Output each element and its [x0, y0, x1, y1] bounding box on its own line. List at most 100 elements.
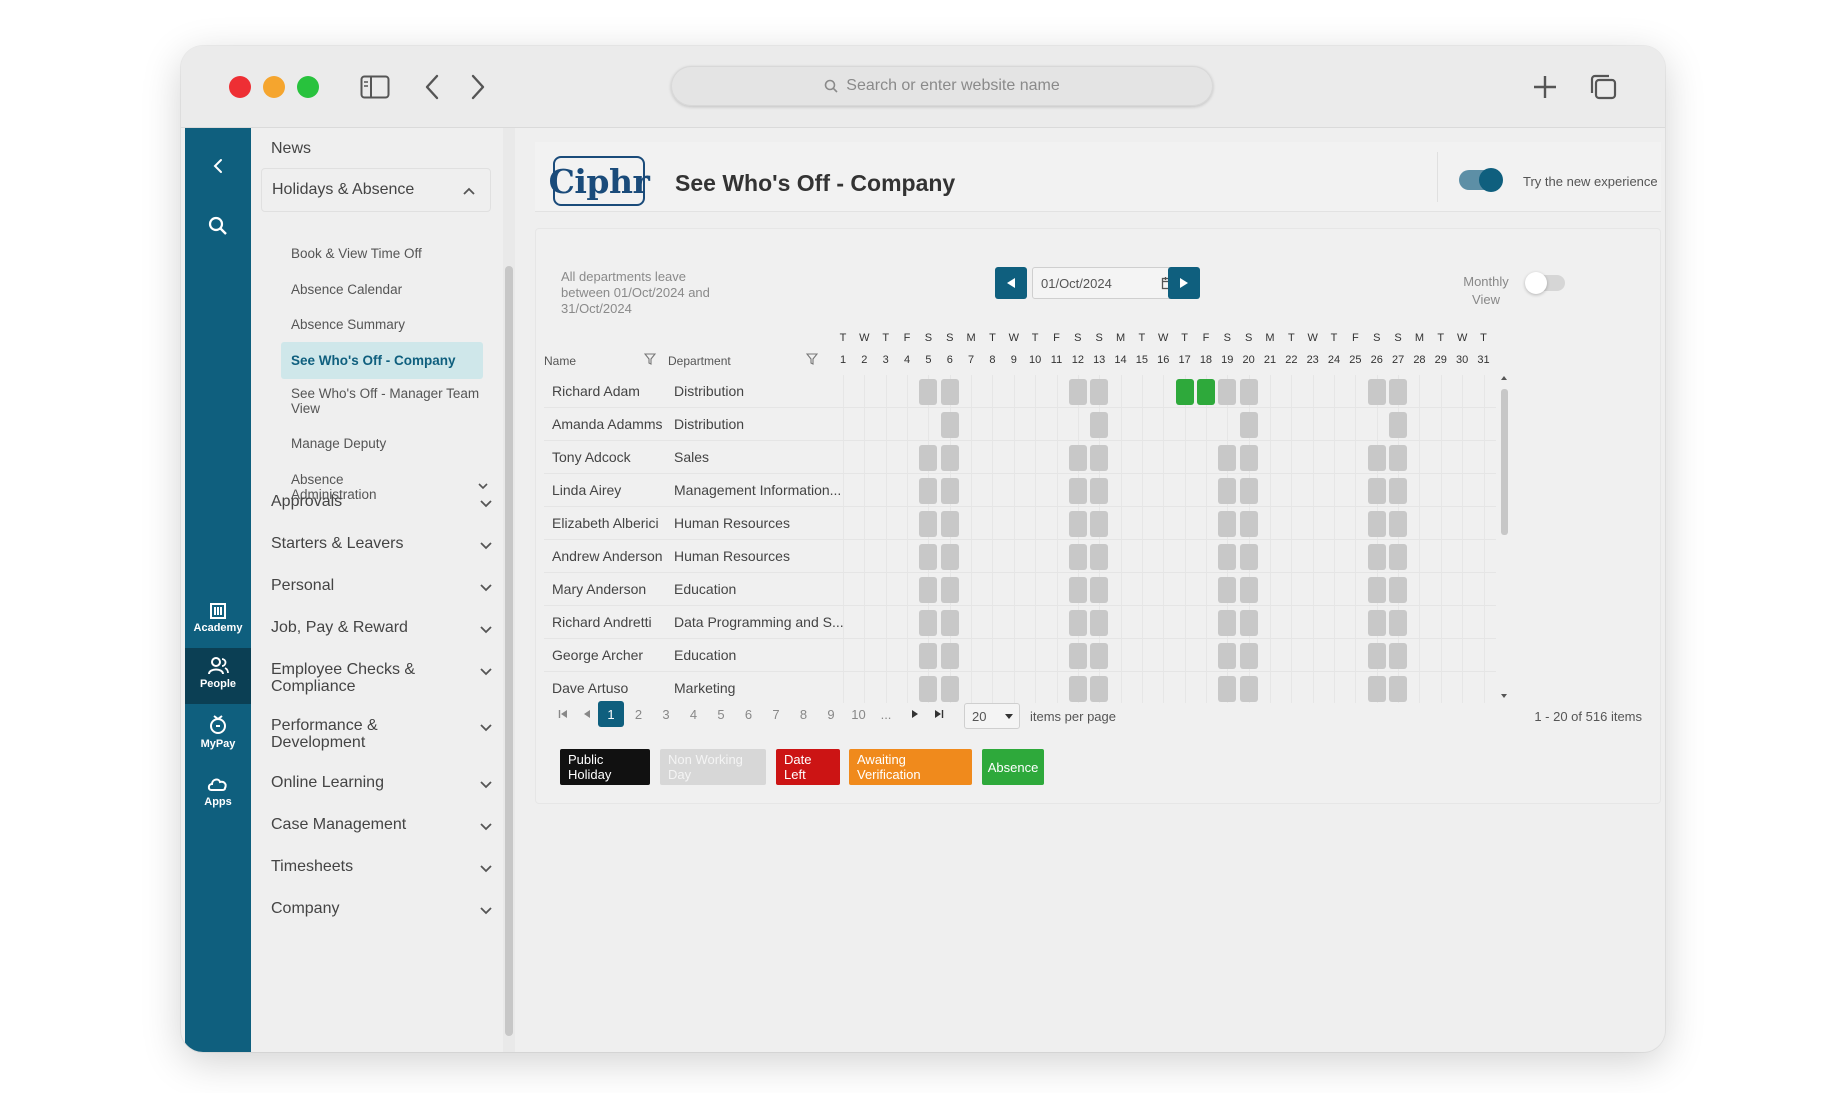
- table-row[interactable]: Dave Artuso Marketing: [544, 672, 1496, 703]
- forward-arrow-icon[interactable]: [463, 68, 493, 106]
- non-working-day-block[interactable]: [1367, 511, 1386, 537]
- page-8[interactable]: 8: [791, 701, 817, 727]
- rail-item-people[interactable]: People: [185, 648, 251, 704]
- first-page-icon[interactable]: [550, 701, 576, 727]
- nav-section-approvals[interactable]: Approvals: [271, 493, 421, 510]
- non-working-day-block[interactable]: [940, 511, 959, 537]
- nav-section-case-management[interactable]: Case Management: [271, 816, 421, 833]
- non-working-day-block[interactable]: [1367, 445, 1386, 471]
- non-working-day-block[interactable]: [940, 577, 959, 603]
- non-working-day-block[interactable]: [1389, 379, 1408, 405]
- last-page-icon[interactable]: [926, 701, 952, 727]
- rail-item-apps[interactable]: Apps: [185, 770, 251, 820]
- tab-overview-icon[interactable]: [1585, 68, 1621, 106]
- address-bar[interactable]: Search or enter website name: [671, 66, 1213, 106]
- non-working-day-block[interactable]: [940, 676, 959, 702]
- non-working-day-block[interactable]: [1367, 544, 1386, 570]
- minimize-window-button[interactable]: [263, 76, 285, 98]
- non-working-day-block[interactable]: [1389, 511, 1408, 537]
- non-working-day-block[interactable]: [1239, 676, 1258, 702]
- non-working-day-block[interactable]: [1239, 478, 1258, 504]
- page-1[interactable]: 1: [598, 701, 624, 727]
- non-working-day-block[interactable]: [1218, 577, 1237, 603]
- non-working-day-block[interactable]: [940, 445, 959, 471]
- non-working-day-block[interactable]: [1367, 676, 1386, 702]
- nav-section-employee-checks-compliance[interactable]: Employee Checks & Compliance: [271, 661, 421, 695]
- table-row[interactable]: Elizabeth Alberici Human Resources: [544, 507, 1496, 540]
- back-arrow-icon[interactable]: [417, 68, 447, 106]
- non-working-day-block[interactable]: [1239, 412, 1258, 438]
- non-working-day-block[interactable]: [1090, 544, 1109, 570]
- employee-name[interactable]: Andrew Anderson: [552, 548, 663, 564]
- non-working-day-block[interactable]: [1090, 412, 1109, 438]
- collapse-chevron-icon[interactable]: [185, 152, 251, 182]
- items-per-page-select[interactable]: 20: [964, 703, 1020, 729]
- non-working-day-block[interactable]: [919, 544, 938, 570]
- non-working-day-block[interactable]: [1239, 379, 1258, 405]
- page-10[interactable]: 10: [846, 701, 872, 727]
- table-row[interactable]: Linda Airey Management Information...: [544, 474, 1496, 507]
- non-working-day-block[interactable]: [940, 379, 959, 405]
- non-working-day-block[interactable]: [1389, 478, 1408, 504]
- non-working-day-block[interactable]: [919, 577, 938, 603]
- table-row[interactable]: Richard Adam Distribution: [544, 375, 1496, 408]
- nav-item-holidays-absence[interactable]: Holidays & Absence: [261, 168, 491, 212]
- non-working-day-block[interactable]: [1367, 577, 1386, 603]
- employee-name[interactable]: Mary Anderson: [552, 581, 646, 597]
- non-working-day-block[interactable]: [1389, 445, 1408, 471]
- rail-item-academy[interactable]: Academy: [185, 594, 251, 644]
- non-working-day-block[interactable]: [1389, 610, 1408, 636]
- non-working-day-block[interactable]: [1239, 577, 1258, 603]
- search-icon[interactable]: [185, 212, 251, 242]
- table-row[interactable]: Tony Adcock Sales: [544, 441, 1496, 474]
- non-working-day-block[interactable]: [1090, 511, 1109, 537]
- table-row[interactable]: Mary Anderson Education: [544, 573, 1496, 606]
- non-working-day-block[interactable]: [919, 676, 938, 702]
- non-working-day-block[interactable]: [1218, 445, 1237, 471]
- non-working-day-block[interactable]: [1239, 544, 1258, 570]
- non-working-day-block[interactable]: [1090, 676, 1109, 702]
- employee-name[interactable]: Amanda Adamms: [552, 416, 663, 432]
- non-working-day-block[interactable]: [1218, 544, 1237, 570]
- non-working-day-block[interactable]: [919, 610, 938, 636]
- table-row[interactable]: Richard Andretti Data Programming and S..…: [544, 606, 1496, 639]
- non-working-day-block[interactable]: [1218, 676, 1237, 702]
- grid-scroll-thumb[interactable]: [1501, 389, 1508, 535]
- non-working-day-block[interactable]: [1239, 610, 1258, 636]
- non-working-day-block[interactable]: [1218, 643, 1237, 669]
- sub-item-see-whos-off-company[interactable]: See Who's Off - Company: [281, 342, 483, 379]
- non-working-day-block[interactable]: [1090, 445, 1109, 471]
- non-working-day-block[interactable]: [1090, 379, 1109, 405]
- page-2[interactable]: 2: [626, 701, 652, 727]
- absence-block[interactable]: [1196, 379, 1215, 405]
- page-3[interactable]: 3: [653, 701, 679, 727]
- column-header-department[interactable]: Department: [668, 354, 731, 368]
- sub-item-see-whos-off-manager[interactable]: See Who's Off - Manager Team View: [291, 386, 481, 416]
- non-working-day-block[interactable]: [940, 478, 959, 504]
- non-working-day-block[interactable]: [1389, 412, 1408, 438]
- page-6[interactable]: 6: [736, 701, 762, 727]
- non-working-day-block[interactable]: [1068, 643, 1087, 669]
- nav-section-online-learning[interactable]: Online Learning: [271, 774, 421, 791]
- previous-month-button[interactable]: [995, 267, 1027, 299]
- non-working-day-block[interactable]: [1218, 610, 1237, 636]
- nav-section-starters-leavers[interactable]: Starters & Leavers: [271, 535, 421, 552]
- date-picker-input[interactable]: 01/Oct/2024: [1032, 267, 1184, 299]
- non-working-day-block[interactable]: [1090, 577, 1109, 603]
- employee-name[interactable]: Elizabeth Alberici: [552, 515, 659, 531]
- table-row[interactable]: Andrew Anderson Human Resources: [544, 540, 1496, 573]
- non-working-day-block[interactable]: [1068, 511, 1087, 537]
- non-working-day-block[interactable]: [1367, 643, 1386, 669]
- employee-name[interactable]: Tony Adcock: [552, 449, 631, 465]
- page-7[interactable]: 7: [763, 701, 789, 727]
- nav-item-news[interactable]: News: [271, 138, 491, 160]
- page-ellipsis[interactable]: ...: [873, 701, 899, 727]
- non-working-day-block[interactable]: [1218, 478, 1237, 504]
- non-working-day-block[interactable]: [1367, 379, 1386, 405]
- employee-name[interactable]: Linda Airey: [552, 482, 621, 498]
- nav-section-company[interactable]: Company: [271, 900, 421, 917]
- previous-page-icon[interactable]: [574, 701, 600, 727]
- employee-name[interactable]: George Archer: [552, 647, 643, 663]
- table-row[interactable]: Amanda Adamms Distribution: [544, 408, 1496, 441]
- maximize-window-button[interactable]: [297, 76, 319, 98]
